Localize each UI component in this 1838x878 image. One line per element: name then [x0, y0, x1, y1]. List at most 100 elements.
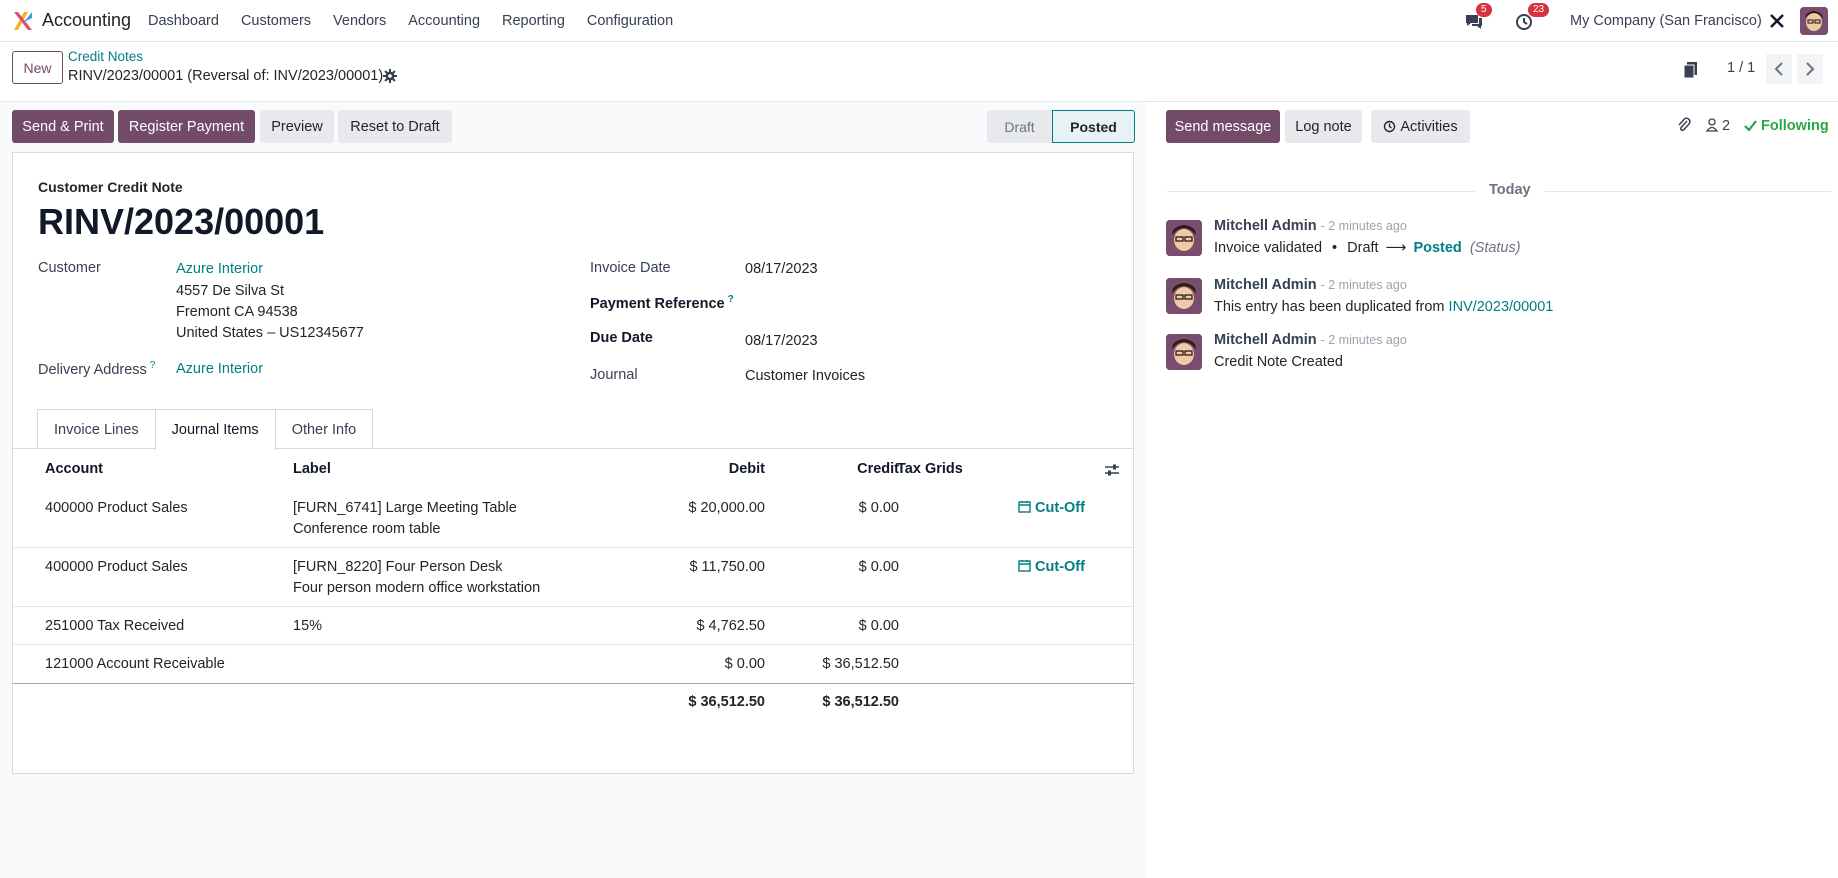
accounting-app-icon[interactable] — [12, 10, 34, 32]
form-sheet: Customer Credit Note RINV/2023/00001 Cus… — [12, 152, 1134, 774]
reset-to-draft-button[interactable]: Reset to Draft — [338, 110, 452, 143]
chevron-right-icon — [1806, 62, 1815, 76]
row-label: 15% — [293, 618, 323, 634]
company-switcher[interactable]: My Company (San Francisco) — [1570, 13, 1762, 29]
status-draft[interactable]: Draft — [987, 110, 1052, 143]
table-row[interactable]: 251000 Tax Received 15% $ 4,762.50 $ 0.0… — [13, 607, 1133, 645]
documents-icon[interactable] — [1683, 61, 1699, 79]
debug-tools-icon[interactable] — [1769, 13, 1785, 29]
activities-button[interactable]: Activities — [1371, 110, 1470, 143]
breadcrumb-credit-notes[interactable]: Credit Notes — [68, 49, 143, 64]
journal-label: Journal — [590, 367, 638, 383]
row-debit: $ 0.00 — [724, 656, 765, 672]
tab-other-info[interactable]: Other Info — [274, 409, 374, 449]
menu-reporting[interactable]: Reporting — [502, 13, 565, 29]
author-name[interactable]: Mitchell Admin — [1214, 277, 1317, 293]
due-date-value[interactable]: 08/17/2023 — [745, 333, 818, 349]
clock-icon — [1384, 120, 1396, 133]
col-account[interactable]: Account — [45, 461, 103, 477]
message-body: This entry has been duplicated from INV/… — [1214, 299, 1553, 315]
col-tax-grids[interactable]: Tax Grids — [897, 461, 963, 477]
arrow-right-icon: ⟶ — [1385, 240, 1407, 256]
user-avatar[interactable] — [1800, 7, 1828, 35]
register-payment-button[interactable]: Register Payment — [118, 110, 255, 143]
menu-vendors[interactable]: Vendors — [333, 13, 386, 29]
tracking-title: Invoice validated — [1214, 240, 1323, 256]
menu-dashboard[interactable]: Dashboard — [148, 13, 219, 29]
pager-previous-button[interactable] — [1766, 54, 1792, 84]
tracking-new-value: Posted — [1413, 240, 1462, 256]
row-label-description: Conference room table — [293, 521, 441, 537]
customer-label: Customer — [38, 260, 101, 276]
optional-columns-icon[interactable] — [1104, 463, 1120, 477]
top-navbar: Accounting Dashboard Customers Vendors A… — [0, 0, 1838, 42]
bullet-separator: • — [1332, 240, 1338, 256]
avatar[interactable] — [1166, 334, 1202, 370]
row-debit: $ 20,000.00 — [688, 500, 765, 516]
new-button[interactable]: New — [12, 51, 63, 84]
author-name[interactable]: Mitchell Admin — [1214, 332, 1317, 348]
messages-button[interactable]: 5 — [1464, 3, 1492, 32]
invoice-date-label: Invoice Date — [590, 260, 671, 276]
row-credit: $ 0.00 — [858, 500, 899, 516]
following-label: Following — [1761, 118, 1829, 134]
help-icon[interactable]: ? — [728, 294, 734, 305]
followers-count: 2 — [1722, 118, 1731, 134]
delivery-address-link[interactable]: Azure Interior — [176, 361, 263, 377]
status-bar: Draft Posted — [987, 110, 1135, 143]
tab-journal-items[interactable]: Journal Items — [154, 409, 276, 450]
avatar[interactable] — [1166, 220, 1202, 256]
message-time: - 2 minutes ago — [1320, 219, 1407, 233]
col-debit[interactable]: Debit — [613, 461, 765, 477]
invoice-date-value[interactable]: 08/17/2023 — [745, 261, 818, 277]
cutoff-button[interactable]: Cut-Off — [1018, 559, 1085, 575]
pager-value[interactable]: 1 / 1 — [1727, 60, 1755, 76]
total-debit: $ 36,512.50 — [688, 694, 765, 710]
status-posted[interactable]: Posted — [1052, 110, 1135, 143]
menu-customers[interactable]: Customers — [241, 13, 311, 29]
pager-next-button[interactable] — [1797, 54, 1823, 84]
menu-configuration[interactable]: Configuration — [587, 13, 673, 29]
table-totals: $ 36,512.50 $ 36,512.50 — [13, 683, 1133, 723]
app-name[interactable]: Accounting — [42, 10, 131, 31]
activities-label: Activities — [1400, 118, 1458, 135]
table-row[interactable]: 121000 Account Receivable $ 0.00 $ 36,51… — [13, 645, 1133, 683]
followers-button[interactable]: 2 — [1705, 118, 1731, 134]
preview-button[interactable]: Preview — [260, 110, 334, 143]
gear-icon[interactable] — [383, 69, 397, 83]
due-date-label: Due Date — [590, 330, 653, 346]
col-credit[interactable]: Credit — [773, 461, 899, 477]
delivery-address-label: Delivery Address? — [38, 360, 155, 378]
paperclip-icon[interactable] — [1677, 116, 1691, 134]
tracking-field: (Status) — [1469, 240, 1521, 256]
author-name[interactable]: Mitchell Admin — [1214, 218, 1317, 234]
journal-value[interactable]: Customer Invoices — [745, 368, 865, 384]
tab-invoice-lines[interactable]: Invoice Lines — [37, 409, 156, 449]
menu-accounting[interactable]: Accounting — [408, 13, 480, 29]
delivery-address-label-text: Delivery Address — [38, 361, 147, 378]
user-face-icon — [1166, 334, 1202, 370]
send-message-button[interactable]: Send message — [1166, 110, 1280, 143]
col-label[interactable]: Label — [293, 461, 331, 477]
calendar-icon — [1018, 501, 1031, 513]
log-note-button[interactable]: Log note — [1285, 110, 1362, 143]
table-header: Account Label Debit Credit Tax Grids — [13, 449, 1133, 489]
table-row[interactable]: 400000 Product Sales [FURN_8220] Four Pe… — [13, 548, 1133, 607]
source-invoice-link[interactable]: INV/2023/00001 — [1449, 299, 1554, 315]
message-body: Credit Note Created — [1214, 354, 1343, 370]
row-label-description: Four person modern office workstation — [293, 580, 541, 596]
table-row[interactable]: 400000 Product Sales [FURN_6741] Large M… — [13, 489, 1133, 548]
send-print-button[interactable]: Send & Print — [12, 110, 114, 143]
customer-link[interactable]: Azure Interior — [176, 261, 263, 277]
tracking-old-value: Draft — [1347, 240, 1379, 256]
user-face-icon — [1166, 220, 1202, 256]
avatar[interactable] — [1166, 278, 1202, 314]
help-icon[interactable]: ? — [150, 360, 156, 371]
activities-badge: 23 — [1528, 3, 1550, 17]
following-button[interactable]: Following — [1744, 118, 1829, 134]
cutoff-label: Cut-Off — [1035, 500, 1085, 516]
chevron-left-icon — [1774, 62, 1783, 76]
activities-button[interactable]: 23 — [1514, 3, 1550, 32]
cutoff-button[interactable]: Cut-Off — [1018, 500, 1085, 516]
cutoff-label: Cut-Off — [1035, 559, 1085, 575]
